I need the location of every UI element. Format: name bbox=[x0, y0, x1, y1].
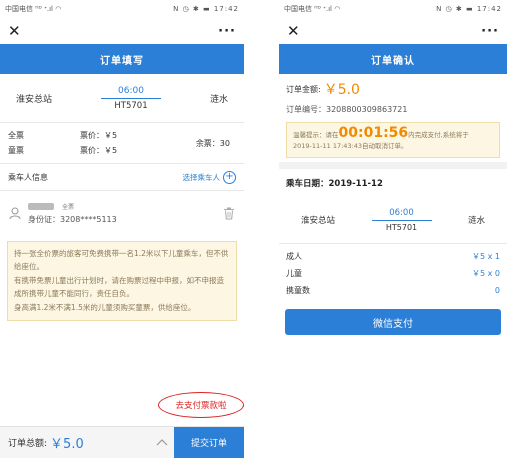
total-label: 订单总额: bbox=[8, 439, 48, 449]
arrival-station: 涟水 bbox=[209, 94, 228, 105]
fare-row-adult: 成人 ￥5 x 1 bbox=[286, 248, 500, 265]
child-ticket-label[interactable]: 童票 bbox=[8, 143, 80, 158]
notice-line: 身高满1.2米不满1.5米的儿童须购买童票，供给座位。 bbox=[14, 303, 196, 312]
departure-time: 06:00 bbox=[101, 86, 161, 99]
page-title: 订单填写 bbox=[0, 44, 244, 74]
notice-line: 持一张全价票的旅客可免费携带一名1.2米以下儿童乘车，但不供给座位。 bbox=[14, 249, 229, 271]
more-icon[interactable]: ··· bbox=[218, 24, 236, 39]
fare-value: ￥5 x 1 bbox=[472, 252, 500, 261]
nav-bar: ✕ ··· bbox=[0, 18, 244, 44]
train-number: HT5701 bbox=[385, 223, 418, 232]
select-passenger-label: 选择乘车人 bbox=[182, 172, 221, 182]
adult-price: 票价：￥5 bbox=[80, 131, 118, 140]
arrival-station: 涟水 bbox=[467, 216, 485, 226]
train-info: 淮安总站 06:00 HT5701 涟水 bbox=[0, 74, 244, 122]
nav-bar: ✕ ··· bbox=[279, 18, 507, 44]
departure-station: 淮安总站 bbox=[301, 216, 336, 226]
status-bar: 中国电信 ᴴᴰ ᐩ.ıl ◠ N ◷ ✱ ▬ 17:42 bbox=[279, 0, 507, 18]
close-icon[interactable]: ✕ bbox=[287, 22, 300, 40]
passenger-row[interactable]: 全票 身份证：3208****5113 bbox=[0, 191, 244, 235]
fare-label: 成人 bbox=[286, 252, 302, 261]
passenger-id: 身份证：3208****5113 bbox=[28, 214, 117, 224]
status-carrier: 中国电信 ᴴᴰ ᐩ.ıl ◠ bbox=[5, 5, 62, 13]
reminder-deadline: 2019-11-11 17:43:43自动取消订单。 bbox=[293, 142, 408, 150]
fare-label: 携童数 bbox=[286, 286, 310, 295]
order-confirm-screen: 中国电信 ᴴᴰ ᐩ.ıl ◠ N ◷ ✱ ▬ 17:42 ✕ ··· 订单确认 … bbox=[279, 0, 507, 458]
add-icon: + bbox=[223, 170, 236, 184]
departure-time: 06:00 bbox=[371, 208, 432, 221]
passenger-header: 乘车人信息 选择乘车人 + bbox=[0, 164, 244, 190]
reminder-suffix: 内完成支付,系统将于 bbox=[408, 131, 469, 139]
trash-icon[interactable] bbox=[222, 206, 236, 220]
order-fill-screen: 中国电信 ᴴᴰ ᐩ.ıl ◠ N ◷ ✱ ▬ 17:42 ✕ ··· 订单填写 … bbox=[0, 0, 244, 458]
ticket-types: 全票 童票 票价：￥5 票价：￥5 余票：30 bbox=[0, 123, 244, 163]
fare-value: 0 bbox=[494, 286, 500, 295]
fare-row-child: 儿童 ￥5 x 0 bbox=[286, 265, 500, 282]
total-amount: ￥5.0 bbox=[50, 437, 84, 452]
adult-ticket-label[interactable]: 全票 bbox=[8, 128, 80, 143]
passenger-ticket-type: 全票 bbox=[62, 203, 75, 211]
passenger-name-blurred bbox=[28, 202, 54, 210]
order-amount-value: ￥5.0 bbox=[323, 82, 360, 98]
order-number: 订单编号：3208800309863721 bbox=[286, 104, 408, 114]
page-title: 订单确认 bbox=[279, 44, 507, 74]
select-passenger-button[interactable]: 选择乘车人 + bbox=[182, 170, 236, 184]
fare-label: 儿童 bbox=[286, 269, 302, 278]
reminder-prefix: 温馨提示：请在 bbox=[293, 131, 339, 139]
wechat-pay-button[interactable]: 微信支付 bbox=[285, 309, 501, 335]
order-amount: 订单金额: ￥5.0 bbox=[279, 78, 507, 100]
chevron-up-icon[interactable] bbox=[156, 437, 168, 449]
annotation-bubble: 去支付票款啦 bbox=[158, 392, 244, 418]
train-info: 淮安总站 06:00 HT5701 涟水 bbox=[279, 197, 507, 243]
fare-summary: 成人 ￥5 x 1 儿童 ￥5 x 0 携童数 0 bbox=[279, 244, 507, 299]
close-icon[interactable]: ✕ bbox=[8, 22, 21, 40]
notice-line: 有携带免票儿童出行计划时，请在购票过程中申报，如不申报造成所携带儿童不能同行，责… bbox=[14, 276, 224, 298]
countdown-timer: 00:01:56 bbox=[338, 125, 409, 141]
status-icons: N ◷ ✱ ▬ 17:42 bbox=[173, 5, 239, 13]
train-number: HT5701 bbox=[114, 100, 148, 111]
travel-date: 乘车日期：2019-11-12 bbox=[286, 179, 383, 189]
submit-order-button[interactable]: 提交订单 bbox=[174, 426, 244, 458]
order-footer: 订单总额: ￥5.0 提交订单 bbox=[0, 426, 244, 458]
fare-value: ￥5 x 0 bbox=[472, 269, 500, 278]
child-price: 票价：￥5 bbox=[80, 146, 118, 155]
payment-reminder: 温馨提示：请在00:01:56内完成支付,系统将于 2019-11-11 17:… bbox=[286, 122, 500, 158]
child-ticket-notice: 持一张全价票的旅客可免费携带一名1.2米以下儿童乘车，但不供给座位。 有携带免票… bbox=[7, 241, 237, 321]
status-bar: 中国电信 ᴴᴰ ᐩ.ıl ◠ N ◷ ✱ ▬ 17:42 bbox=[0, 0, 244, 18]
user-icon bbox=[9, 207, 21, 220]
departure-station: 淮安总站 bbox=[16, 94, 53, 105]
fare-row-carried-children: 携童数 0 bbox=[286, 282, 500, 299]
status-icons: N ◷ ✱ ▬ 17:42 bbox=[436, 5, 502, 13]
passenger-section-title: 乘车人信息 bbox=[8, 172, 48, 182]
remaining-tickets: 余票：30 bbox=[195, 138, 230, 148]
more-icon[interactable]: ··· bbox=[481, 24, 499, 39]
status-carrier: 中国电信 ᴴᴰ ᐩ.ıl ◠ bbox=[284, 5, 341, 13]
order-amount-label: 订单金额: bbox=[286, 84, 321, 94]
divider bbox=[279, 162, 507, 169]
